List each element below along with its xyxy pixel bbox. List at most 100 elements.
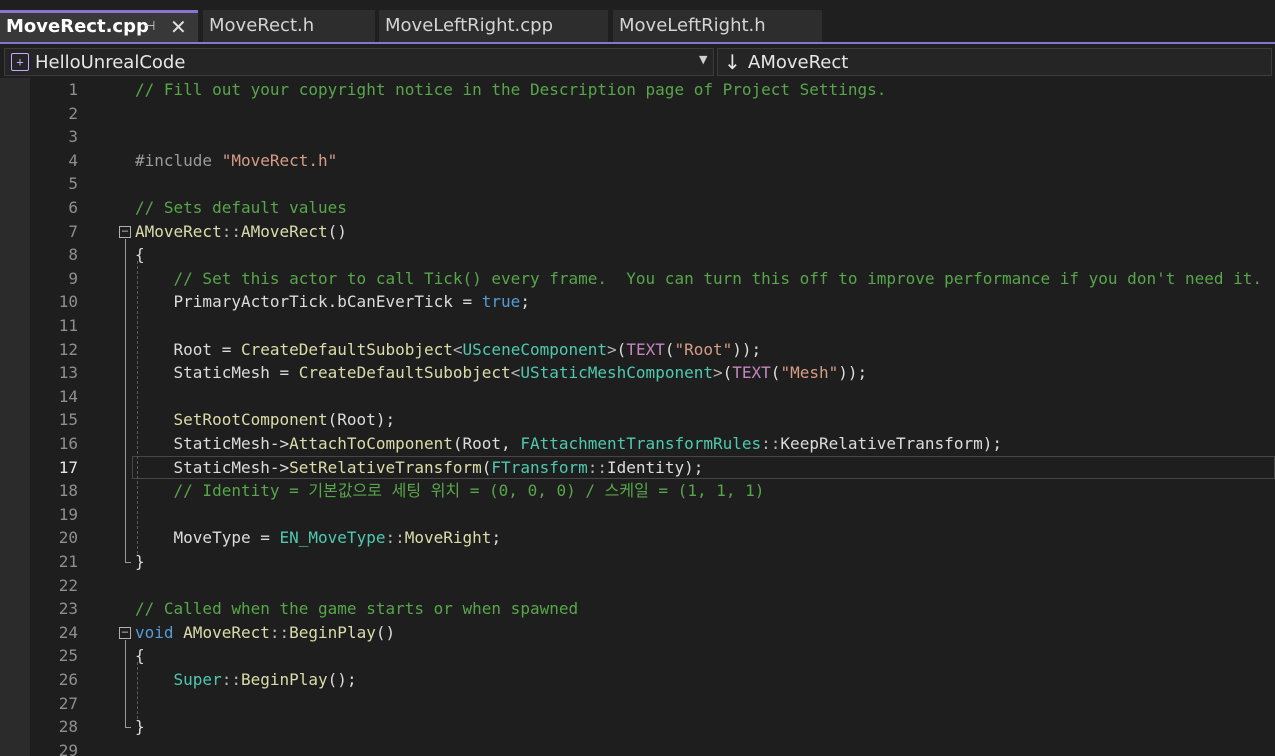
pin-icon[interactable]: ⊣ xyxy=(144,13,155,41)
code-text: // Sets default values xyxy=(135,196,347,220)
tab-moveleftright-h[interactable]: MoveLeftRight.h xyxy=(613,10,822,42)
line-number: 20 xyxy=(58,528,78,548)
code-token: :: xyxy=(221,221,241,241)
code-token: CreateDefaultSubobject xyxy=(298,363,511,383)
code-token: MoveRight xyxy=(404,528,492,548)
code-line[interactable]: 29 xyxy=(0,739,1275,756)
tab-moveleftright-cpp[interactable]: MoveLeftRight.cpp xyxy=(379,10,608,42)
code-token: AMoveRect xyxy=(240,221,328,241)
tab-moverect-h[interactable]: MoveRect.h xyxy=(203,10,375,42)
code-token: true xyxy=(481,292,521,312)
code-token: AMoveRect xyxy=(183,622,270,642)
code-line[interactable]: 15 SetRootComponent(Root); xyxy=(0,408,1275,432)
code-line[interactable]: 2 xyxy=(0,102,1275,126)
line-number: 6 xyxy=(68,198,78,217)
code-token: ( xyxy=(770,363,781,383)
code-line[interactable]: 3 xyxy=(0,125,1275,149)
code-token: :: xyxy=(269,622,290,642)
code-token: // Set this actor to call Tick() every f… xyxy=(135,268,1263,288)
code-text: // Identity = 기본값으로 세팅 위치 = (0, 0, 0) / … xyxy=(135,479,765,503)
code-token: :: xyxy=(761,434,781,453)
project-dropdown[interactable]: + HelloUnrealCode ▼ xyxy=(4,48,714,76)
code-line[interactable]: 28} xyxy=(0,715,1275,739)
tab-label: MoveLeftRight.cpp xyxy=(385,15,554,36)
code-token: PrimaryActorTick.bCanEverTick = xyxy=(135,292,482,312)
line-number: 15 xyxy=(58,410,78,430)
code-line[interactable]: 19 xyxy=(0,503,1275,527)
line-number: 5 xyxy=(68,174,78,194)
line-number: 28 xyxy=(58,717,78,737)
code-token: (Root); xyxy=(327,410,396,430)
code-token: > xyxy=(712,363,723,383)
code-text: Super::BeginPlay(); xyxy=(135,668,357,692)
code-token: UStaticMeshComponent xyxy=(520,363,713,383)
navigation-bar: + HelloUnrealCode ▼ ↓ AMoveRect xyxy=(0,46,1275,78)
code-token: (Root, xyxy=(452,434,521,453)
code-token: KeepRelativeTransform); xyxy=(780,434,1002,453)
code-token: Identity); xyxy=(607,457,704,477)
code-token: TEXT xyxy=(732,363,771,383)
code-token: ( xyxy=(616,339,627,359)
indent-guide xyxy=(137,261,138,554)
code-token: StaticMesh = xyxy=(135,363,299,383)
code-token: BeginPlay xyxy=(289,622,376,642)
code-line[interactable]: 27 xyxy=(0,692,1275,716)
code-line[interactable]: 10 PrimaryActorTick.bCanEverTick = true; xyxy=(0,290,1275,314)
code-line[interactable]: 22 xyxy=(0,574,1275,598)
line-number: 27 xyxy=(58,693,78,713)
line-number: 9 xyxy=(68,268,78,288)
code-token: // Called when the game starts or when s… xyxy=(135,599,579,619)
code-token: "Root" xyxy=(674,339,733,359)
code-line[interactable]: 4 #include "MoveRect.h" xyxy=(0,149,1275,173)
code-text: PrimaryActorTick.bCanEverTick = true; xyxy=(135,290,530,314)
line-number: 3 xyxy=(68,127,78,147)
code-line[interactable]: 8{ xyxy=(0,243,1275,267)
indent-guide xyxy=(137,662,138,720)
code-token: StaticMesh-> xyxy=(135,434,290,453)
code-text: StaticMesh->SetRelativeTransform(FTransf… xyxy=(135,456,704,480)
code-text: // Set this actor to call Tick() every f… xyxy=(135,267,1263,291)
code-line[interactable]: 24 void AMoveRect::BeginPlay() xyxy=(0,621,1275,645)
close-icon[interactable]: ✕ xyxy=(170,13,187,41)
code-line[interactable]: 25{ xyxy=(0,644,1275,668)
line-number: 25 xyxy=(58,646,78,666)
line-number: 22 xyxy=(58,575,78,595)
code-line[interactable]: 26 Super::BeginPlay(); xyxy=(0,668,1275,692)
line-number: 4 xyxy=(68,150,78,170)
code-line[interactable]: 14 xyxy=(0,385,1275,409)
chevron-down-icon[interactable]: ▼ xyxy=(699,53,707,66)
code-line[interactable]: 5 xyxy=(0,172,1275,196)
code-line[interactable]: 6 // Sets default values xyxy=(0,196,1275,220)
code-line[interactable]: 18 // Identity = 기본값으로 세팅 위치 = (0, 0, 0)… xyxy=(0,479,1275,503)
code-text: SetRootComponent(Root); xyxy=(135,408,396,432)
collapse-icon[interactable]: − xyxy=(119,626,131,639)
code-line[interactable]: 23 // Called when the game starts or when… xyxy=(0,597,1275,621)
code-token: (); xyxy=(327,670,357,689)
collapse-icon[interactable]: − xyxy=(119,225,131,238)
code-token: )); xyxy=(838,363,868,383)
code-line[interactable]: 13 StaticMesh = CreateDefaultSubobject<U… xyxy=(0,361,1275,385)
line-number: 19 xyxy=(58,504,78,524)
code-line[interactable]: 12 Root = CreateDefaultSubobject<USceneC… xyxy=(0,338,1275,362)
code-token: AttachToComponent xyxy=(289,434,453,453)
scope-dropdown[interactable]: ↓ AMoveRect xyxy=(717,48,1272,76)
line-number: 21 xyxy=(58,552,78,571)
code-line[interactable]: 17 StaticMesh->SetRelativeTransform(FTra… xyxy=(0,455,1275,480)
code-line[interactable]: 1 // Fill out your copyright notice in th… xyxy=(0,78,1275,102)
code-line[interactable]: 9 // Set this actor to call Tick() every… xyxy=(0,267,1275,291)
line-number: 7 xyxy=(68,221,78,241)
code-token: () xyxy=(375,622,396,642)
code-editor[interactable]: 1 // Fill out your copyright notice in th… xyxy=(0,78,1275,756)
code-line[interactable]: 21} xyxy=(0,550,1275,574)
code-line[interactable]: 11 xyxy=(0,314,1275,338)
code-line[interactable]: 20 MoveType = EN_MoveType::MoveRight; xyxy=(0,526,1275,550)
code-text: // Fill out your copyright notice in the… xyxy=(135,78,886,102)
code-line[interactable]: 16 StaticMesh->AttachToComponent(Root, F… xyxy=(0,432,1275,456)
code-line[interactable]: 7 AMoveRect::AMoveRect() xyxy=(0,220,1275,244)
line-number: 17 xyxy=(58,457,78,477)
tab-moverect-cpp[interactable]: MoveRect.cpp ⊣ ✕ xyxy=(0,10,198,42)
tab-label: MoveRect.h xyxy=(209,15,315,36)
code-token: :: xyxy=(385,528,405,548)
